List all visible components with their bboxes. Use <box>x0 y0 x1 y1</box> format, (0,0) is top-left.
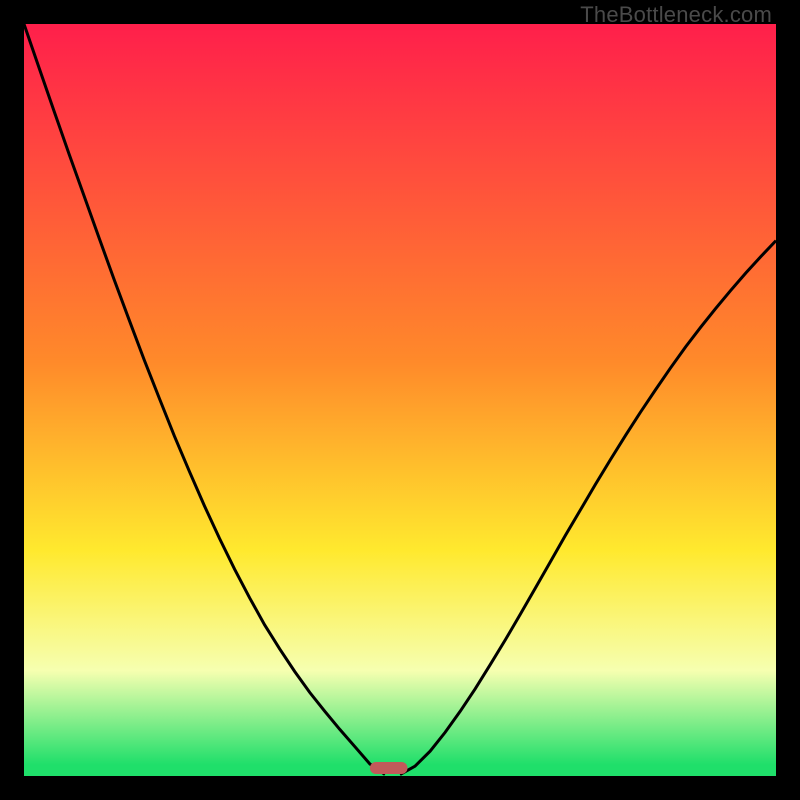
gradient-background <box>24 24 776 776</box>
optimal-marker <box>370 762 408 774</box>
chart-frame <box>24 24 776 776</box>
bottleneck-chart <box>24 24 776 776</box>
